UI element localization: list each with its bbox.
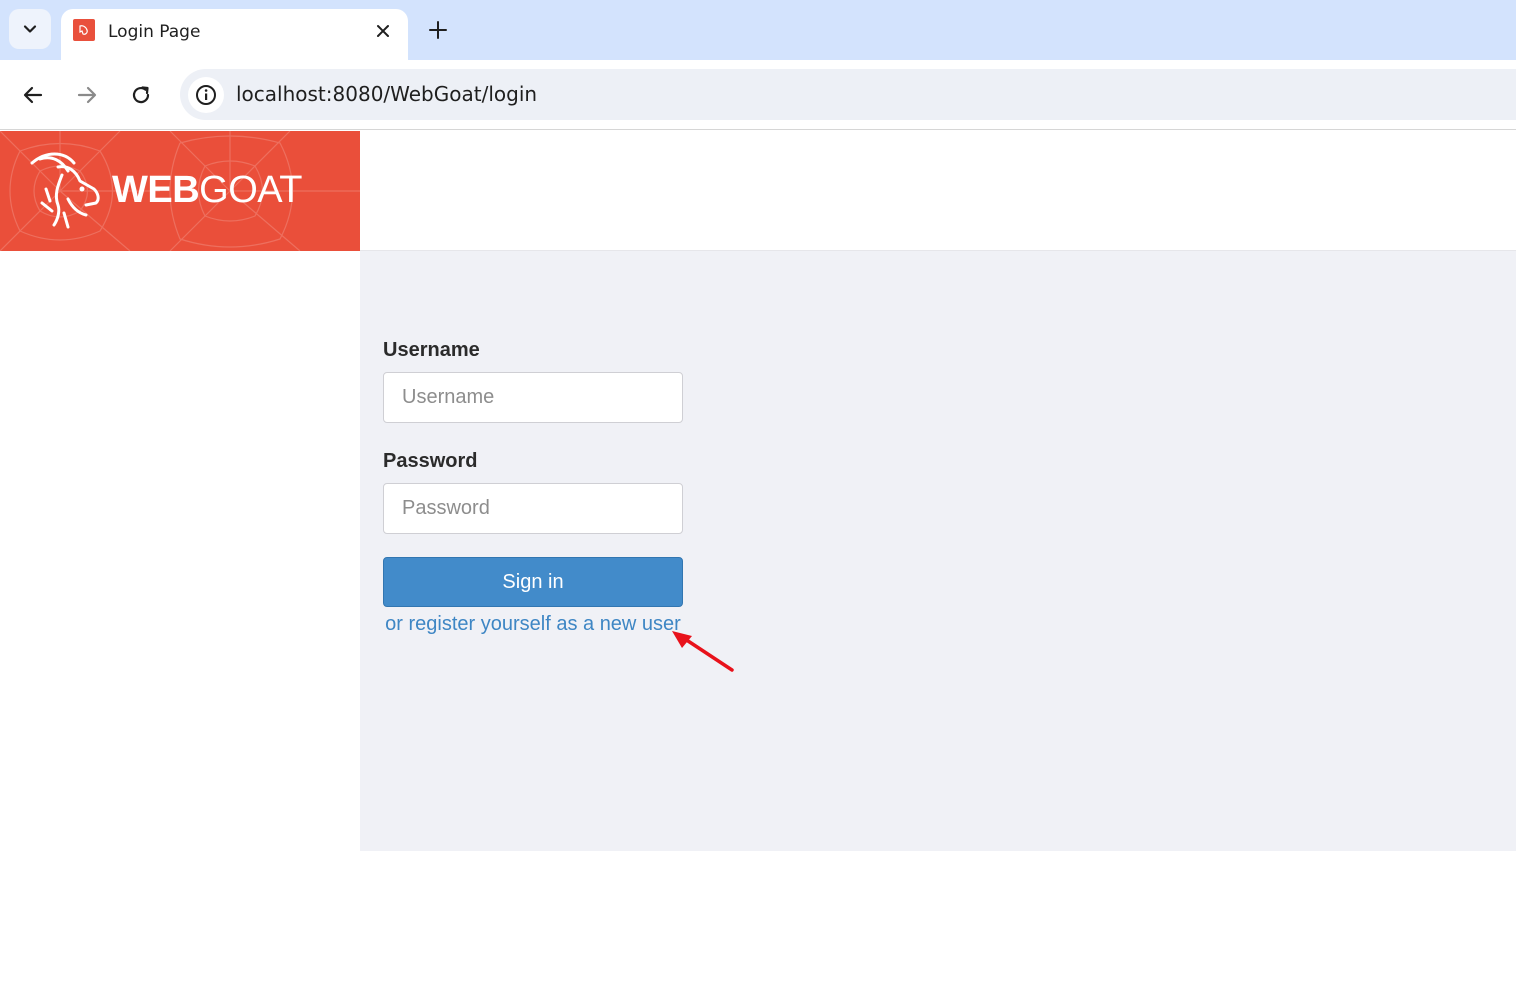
browser-tab[interactable]: Login Page (61, 9, 408, 60)
webgoat-favicon-icon (73, 19, 95, 41)
brand-header: WEBGOAT (0, 131, 360, 251)
brand-name-bold: WEB (112, 169, 200, 211)
brand-name: WEBGOAT (112, 169, 303, 212)
username-input[interactable] (383, 372, 683, 423)
password-input[interactable] (383, 483, 683, 534)
address-bar[interactable]: localhost:8080/WebGoat/login (180, 69, 1516, 120)
annotation-arrow-icon (672, 631, 734, 672)
url-text: localhost:8080/WebGoat/login (236, 82, 538, 106)
tab-strip: Login Page (0, 0, 1516, 60)
sign-in-button[interactable]: Sign in (383, 557, 683, 607)
brand-name-light: GOAT (199, 169, 303, 211)
tab-search-button[interactable] (9, 9, 51, 49)
goat-logo-icon (30, 152, 100, 229)
register-link[interactable]: or register yourself as a new user (383, 609, 683, 639)
back-arrow-icon[interactable] (18, 80, 48, 110)
browser-toolbar: localhost:8080/WebGoat/login (0, 60, 1516, 130)
chevron-down-icon (23, 25, 37, 33)
header-bar (360, 131, 1516, 251)
close-icon[interactable] (371, 19, 395, 43)
password-label: Password (383, 450, 478, 472)
reload-icon[interactable] (126, 80, 156, 110)
username-label: Username (383, 339, 480, 361)
plus-icon[interactable] (424, 16, 452, 44)
tab-title: Login Page (108, 22, 201, 42)
login-panel: Username Password Sign in or register yo… (360, 251, 1516, 851)
info-icon[interactable] (188, 77, 224, 113)
forward-arrow-icon[interactable] (72, 80, 102, 110)
page: WEBGOAT Username Password Sign in or reg… (0, 131, 1516, 998)
